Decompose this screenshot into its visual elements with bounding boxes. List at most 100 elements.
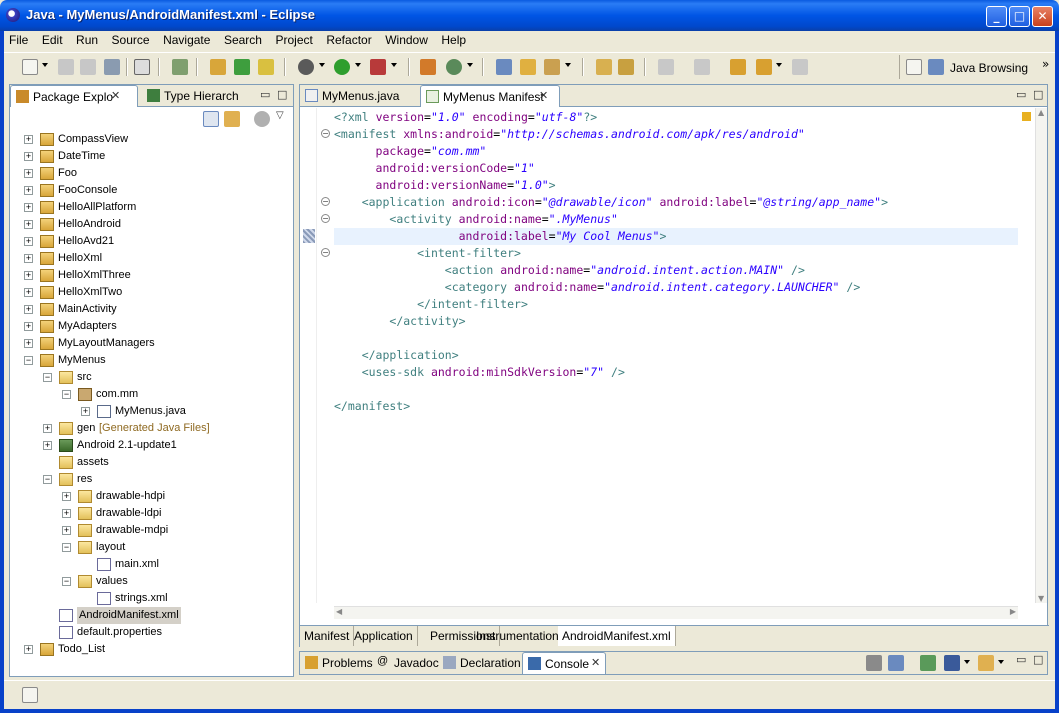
maximize-view-icon[interactable]: □	[1033, 88, 1043, 101]
tree-item-mymenus[interactable]: − MyMenus	[14, 352, 291, 369]
fold-toggle-icon[interactable]: −	[321, 214, 330, 223]
tab-javadoc[interactable]: @ Javadoc	[372, 652, 439, 674]
code-line[interactable]: android:label="My Cool Menus">	[334, 228, 1018, 245]
tree-item-helloandroid[interactable]: + HelloAndroid	[14, 216, 291, 233]
scroll-left-icon[interactable]: ◀	[336, 607, 342, 616]
tree-item-res[interactable]: − res	[14, 471, 291, 488]
expand-icon[interactable]: +	[24, 339, 33, 348]
external-tools-dropdown-icon[interactable]	[391, 63, 397, 67]
debug-dropdown-icon[interactable]	[319, 63, 325, 67]
expand-icon[interactable]: +	[43, 441, 52, 450]
open-type-icon[interactable]	[496, 59, 512, 75]
close-icon[interactable]: ✕	[591, 656, 600, 669]
tree-item-datetime[interactable]: + DateTime	[14, 148, 291, 165]
new-package-icon[interactable]	[210, 59, 226, 75]
save-icon[interactable]	[58, 59, 74, 75]
expand-icon[interactable]: +	[62, 509, 71, 518]
filter-icon[interactable]	[254, 111, 270, 127]
code-line[interactable]: </intent-filter>	[334, 296, 1018, 313]
run-icon[interactable]	[334, 59, 350, 75]
expand-icon[interactable]: +	[62, 492, 71, 501]
print-icon[interactable]	[104, 59, 120, 75]
tab-mymenus-manifest[interactable]: MyMenus Manifest ✕	[420, 85, 560, 107]
code-line[interactable]: <application android:icon="@drawable/ico…	[334, 194, 1018, 211]
tree-item-drawable-hdpi[interactable]: + drawable-hdpi	[14, 488, 291, 505]
scroll-lock-icon[interactable]	[888, 655, 904, 671]
save-all-icon[interactable]	[80, 59, 96, 75]
horizontal-scrollbar[interactable]: ◀ ▶	[334, 606, 1018, 619]
code-line[interactable]: <activity android:name=".MyMenus"	[334, 211, 1018, 228]
tree-item-helloavd21[interactable]: + HelloAvd21	[14, 233, 291, 250]
expand-icon[interactable]: +	[24, 645, 33, 654]
maximize-view-icon[interactable]: □	[277, 88, 287, 101]
download-icon[interactable]	[172, 59, 188, 75]
tab-console[interactable]: Console ✕	[522, 652, 606, 674]
fold-toggle-icon[interactable]: −	[321, 248, 330, 257]
display-console-dropdown-icon[interactable]	[964, 660, 970, 664]
scroll-up-icon[interactable]: ▲	[1038, 108, 1044, 117]
external-tools-icon[interactable]	[370, 59, 386, 75]
open-perspective-icon[interactable]	[906, 59, 922, 75]
menu-run[interactable]: Run	[71, 31, 103, 47]
tree-item-todo-list[interactable]: + Todo_List	[14, 641, 291, 658]
fold-toggle-icon[interactable]: −	[321, 197, 330, 206]
collapse-icon[interactable]: −	[43, 475, 52, 484]
code-line[interactable]: <?xml version="1.0" encoding="utf-8"?>	[334, 109, 1018, 126]
expand-icon[interactable]: +	[24, 220, 33, 229]
display-console-icon[interactable]	[944, 655, 960, 671]
forward-arrow-icon[interactable]	[792, 59, 808, 75]
collapse-all-icon[interactable]	[203, 111, 219, 127]
collapse-icon[interactable]: −	[62, 390, 71, 399]
code-editor[interactable]: <?xml version="1.0" encoding="utf-8"?> <m…	[334, 109, 1018, 604]
menu-search[interactable]: Search	[219, 31, 267, 47]
code-line[interactable]: <manifest xmlns:android="http://schemas.…	[334, 126, 1018, 143]
new-junit-icon[interactable]	[258, 59, 274, 75]
menu-refactor[interactable]: Refactor	[321, 31, 376, 47]
expand-icon[interactable]: +	[24, 254, 33, 263]
clear-console-icon[interactable]	[866, 655, 882, 671]
tab-manifest[interactable]: Manifest	[300, 626, 355, 646]
minimize-view-icon[interactable]: ▭	[1016, 653, 1026, 666]
new-class-icon[interactable]	[234, 59, 250, 75]
next-annotation-icon[interactable]	[658, 59, 674, 75]
last-edit-icon[interactable]	[730, 59, 746, 75]
minimize-view-icon[interactable]: ▭	[260, 88, 270, 101]
collapse-icon[interactable]: −	[24, 356, 33, 365]
maximize-view-icon[interactable]: □	[1033, 653, 1043, 666]
new-icon[interactable]	[22, 59, 38, 75]
code-line[interactable]: package="com.mm"	[334, 143, 1018, 160]
expand-icon[interactable]: +	[24, 169, 33, 178]
tab-instrumentation[interactable]: Instrumentation	[472, 626, 564, 646]
tree-item-myadapters[interactable]: + MyAdapters	[14, 318, 291, 335]
collapse-icon[interactable]: −	[62, 577, 71, 586]
tree-item-foo[interactable]: + Foo	[14, 165, 291, 182]
tab-androidmanifest-xml[interactable]: AndroidManifest.xml	[558, 626, 676, 646]
tree-item-mymenus-java[interactable]: + MyMenus.java	[14, 403, 291, 420]
tree-item-gen[interactable]: + gen [Generated Java Files]	[14, 420, 291, 437]
scroll-down-icon[interactable]: ▼	[1038, 594, 1044, 603]
fold-toggle-icon[interactable]: −	[321, 129, 330, 138]
code-line[interactable]: <category android:name="android.intent.c…	[334, 279, 1018, 296]
tree-item-default-properties[interactable]: default.properties	[14, 624, 291, 641]
menu-navigate[interactable]: Navigate	[158, 31, 215, 47]
menu-source[interactable]: Source	[107, 31, 155, 47]
tree-item-android-2-1-update1[interactable]: + Android 2.1-update1	[14, 437, 291, 454]
vertical-scrollbar[interactable]: ▲ ▼	[1035, 108, 1047, 603]
open-console-dropdown-icon[interactable]	[998, 660, 1004, 664]
menu-project[interactable]: Project	[270, 31, 317, 47]
code-line[interactable]: </activity>	[334, 313, 1018, 330]
tab-type-hierarchy[interactable]: Type Hierarch	[142, 85, 252, 107]
java-browsing-label[interactable]: Java Browsing	[950, 61, 1028, 75]
code-line[interactable]: </application>	[334, 347, 1018, 364]
binary-icon[interactable]	[134, 59, 150, 75]
expand-icon[interactable]: +	[24, 237, 33, 246]
back-arrow-icon[interactable]	[756, 59, 772, 75]
tab-application[interactable]: Application	[350, 626, 418, 646]
menu-file[interactable]: File	[4, 31, 33, 47]
tree-item-compassview[interactable]: + CompassView	[14, 131, 291, 148]
expand-icon[interactable]: +	[24, 271, 33, 280]
toolbar-overflow-icon[interactable]: »	[1042, 57, 1049, 71]
tree-item-drawable-mdpi[interactable]: + drawable-mdpi	[14, 522, 291, 539]
minimize-button[interactable]: _	[986, 6, 1007, 27]
expand-icon[interactable]: +	[24, 135, 33, 144]
